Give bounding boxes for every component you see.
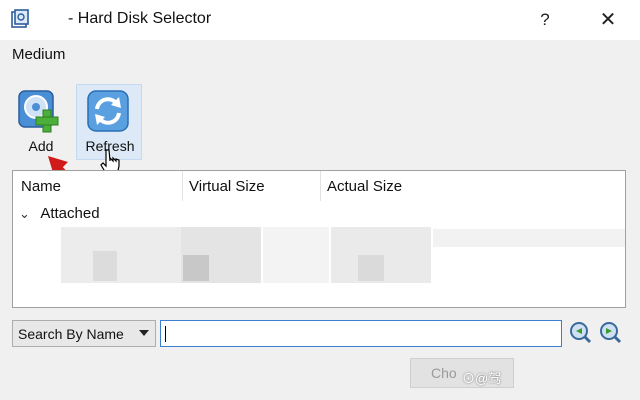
blurred-cell — [61, 227, 181, 283]
search-next-icon[interactable] — [598, 320, 624, 346]
menu-medium[interactable]: Medium — [12, 46, 65, 63]
blurred-cell — [433, 229, 625, 247]
blurred-cell — [93, 251, 117, 281]
add-disk-icon — [18, 90, 59, 133]
disk-list[interactable]: Name Virtual Size Actual Size ⌄ Attached — [12, 170, 626, 308]
dropdown-arrow-icon — [139, 330, 149, 336]
blurred-cell — [183, 255, 209, 281]
chevron-down-icon[interactable]: ⌄ — [19, 206, 37, 222]
window-title: - Hard Disk Selector — [68, 10, 212, 27]
group-label: Attached — [40, 205, 100, 222]
column-header-virtual-size[interactable]: Virtual Size — [182, 171, 327, 201]
add-button[interactable]: Add — [8, 84, 74, 160]
blurred-cell — [358, 255, 384, 281]
search-input[interactable] — [160, 320, 562, 347]
refresh-icon — [87, 90, 129, 132]
search-mode-select[interactable]: Search By Name — [12, 320, 156, 347]
title-bar: - Hard Disk Selector ? ✕ — [0, 0, 640, 40]
column-header-actual-size[interactable]: Actual Size — [320, 171, 527, 201]
blurred-cell — [263, 227, 329, 283]
column-header-name[interactable]: Name — [21, 171, 181, 201]
search-mode-label: Search By Name — [18, 326, 124, 342]
search-previous-icon[interactable] — [568, 320, 594, 346]
search-bar: Search By Name — [12, 319, 626, 349]
help-button[interactable]: ? — [531, 6, 559, 34]
text-caret — [165, 326, 166, 342]
close-button[interactable]: ✕ — [594, 6, 622, 34]
watermark: ⊙@驾 — [462, 371, 502, 386]
choose-button-label: Cho — [431, 365, 457, 381]
group-row-attached[interactable]: ⌄ Attached — [19, 205, 100, 222]
virtualbox-app-icon — [11, 9, 29, 28]
